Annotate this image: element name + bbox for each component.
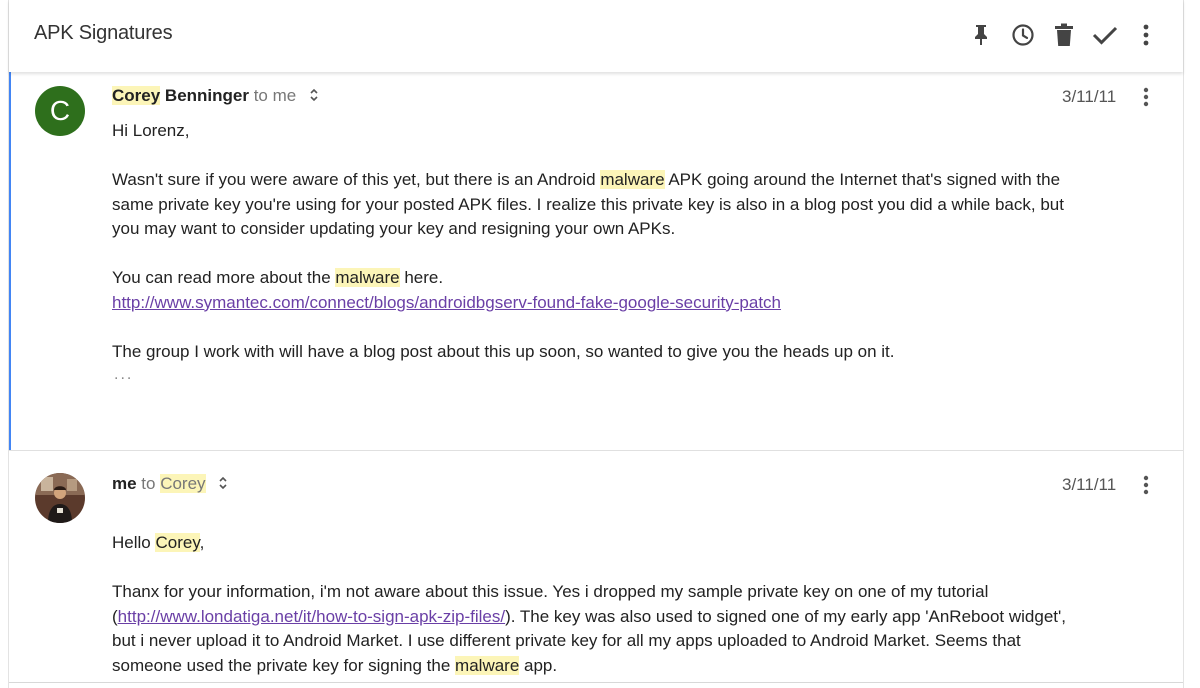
snooze-clock-icon[interactable] bbox=[1008, 20, 1038, 50]
avatar-letter: C bbox=[49, 95, 71, 126]
message-meta: me to Corey bbox=[112, 473, 228, 496]
email-thread-view: APK Signatures C Corey Benninger to me 3… bbox=[0, 0, 1200, 688]
sender-name[interactable]: me bbox=[112, 474, 137, 493]
pin-icon[interactable] bbox=[966, 20, 996, 50]
sender-avatar[interactable]: C bbox=[35, 86, 85, 136]
search-highlight: malware bbox=[600, 170, 665, 189]
trash-icon[interactable] bbox=[1049, 20, 1079, 50]
message-body: Hi Lorenz, Wasn't sure if you were aware… bbox=[112, 119, 1072, 364]
recipient-prefix: to bbox=[136, 474, 161, 493]
sender-name[interactable]: Corey Benninger bbox=[112, 86, 249, 105]
londatiga-link[interactable]: http://www.londatiga.net/it/how-to-sign-… bbox=[118, 607, 505, 626]
reply-line-4: someone used the private key for signing… bbox=[112, 655, 558, 675]
paragraph-1: Wasn't sure if you were aware of this ye… bbox=[112, 170, 1061, 189]
greeting: Hello Corey, bbox=[112, 533, 205, 552]
message-date: 3/11/11 bbox=[1062, 475, 1117, 494]
recipient-name[interactable]: me bbox=[273, 86, 297, 105]
reply-line-3: but i never upload it to Android Market.… bbox=[112, 631, 1021, 650]
paragraph-1-line-2: same private key you're using for your p… bbox=[112, 194, 1064, 214]
bottom-divider bbox=[9, 682, 1183, 683]
symantec-link[interactable]: http://www.symantec.com/connect/blogs/an… bbox=[112, 293, 781, 312]
card-border-right bbox=[1183, 0, 1184, 688]
details-toggle-icon[interactable] bbox=[218, 474, 228, 496]
greeting: Hi Lorenz, bbox=[112, 121, 190, 140]
details-toggle-icon[interactable] bbox=[309, 86, 319, 108]
search-highlight: malware bbox=[455, 655, 520, 675]
paragraph-3: The group I work with will have a blog p… bbox=[112, 341, 895, 361]
more-vert-icon[interactable] bbox=[1131, 20, 1161, 50]
paragraph-2: You can read more about the malware here… bbox=[112, 268, 444, 287]
paragraph-1-line-3: you may want to consider updating your k… bbox=[112, 219, 676, 238]
message-body: Hello Corey, Thanx for your information,… bbox=[112, 531, 1072, 678]
message-meta: Corey Benninger to me bbox=[112, 85, 319, 108]
search-highlight: malware bbox=[335, 268, 400, 287]
search-highlight: Corey bbox=[155, 533, 200, 552]
message-1: C Corey Benninger to me 3/11/11 Hi Loren… bbox=[9, 72, 1183, 450]
message-more-icon[interactable] bbox=[1134, 472, 1158, 498]
sender-avatar-photo[interactable] bbox=[35, 473, 85, 523]
reply-line-2: (http://www.londatiga.net/it/how-to-sign… bbox=[112, 606, 1066, 626]
done-check-icon[interactable] bbox=[1090, 20, 1120, 50]
thread-header: APK Signatures bbox=[9, 0, 1183, 72]
message-more-icon[interactable] bbox=[1134, 84, 1158, 110]
sender-last-name: Benninger bbox=[160, 86, 249, 105]
thread-subject: APK Signatures bbox=[34, 22, 173, 44]
recipient-name[interactable]: Corey bbox=[160, 474, 206, 493]
message-2: me to Corey 3/11/11 Hello Corey, Thanx f… bbox=[9, 451, 1183, 688]
recipient-prefix: to bbox=[248, 86, 273, 105]
sender-first-name: Corey bbox=[112, 86, 161, 105]
focus-indicator bbox=[9, 72, 11, 450]
message-date: 3/11/11 bbox=[1062, 87, 1117, 106]
show-trimmed-content[interactable]: ... bbox=[114, 366, 133, 384]
reply-line-1: Thanx for your information, i'm not awar… bbox=[112, 582, 989, 601]
